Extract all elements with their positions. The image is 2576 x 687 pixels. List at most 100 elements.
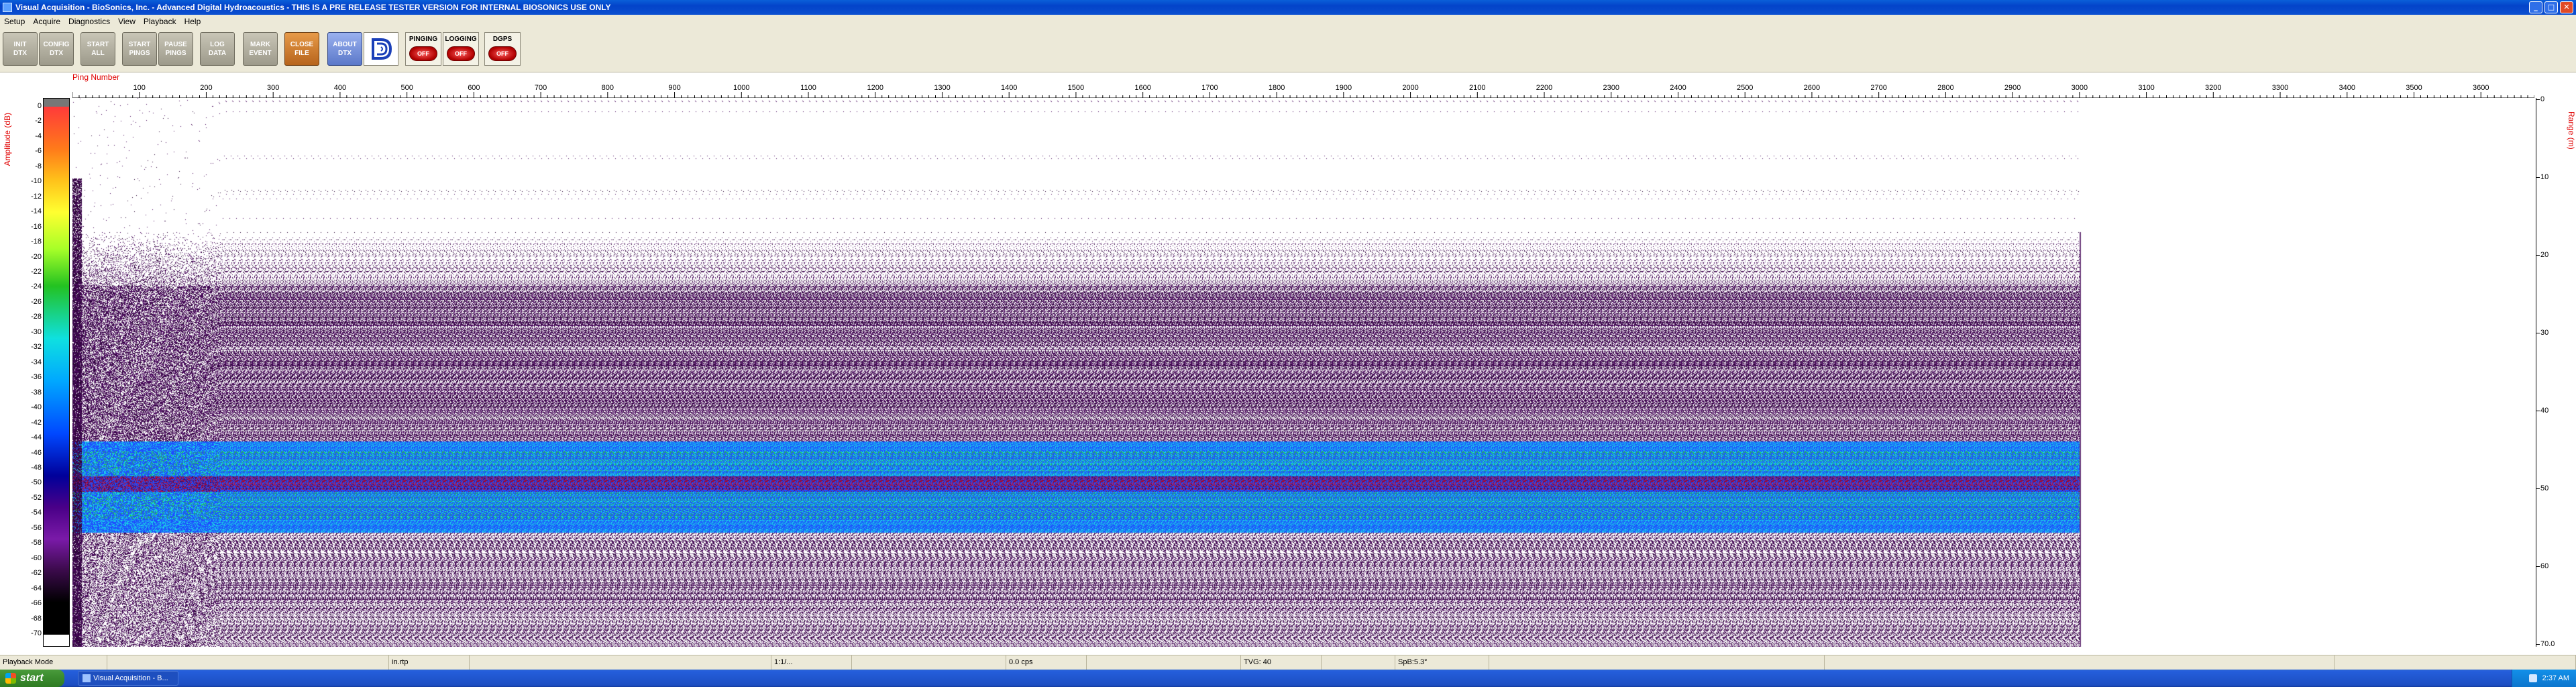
colorbar-tick-label: -56	[31, 523, 42, 532]
title-bar: Visual Acquisition - BioSonics, Inc. - A…	[0, 0, 2576, 15]
pinging-lamp: OFF	[409, 46, 437, 61]
status-cell-blank	[2334, 655, 2576, 670]
mark-event-button[interactable]: MARK EVENT	[243, 32, 278, 66]
ping-tick-label: 1800	[1269, 84, 1285, 92]
network-icon[interactable]	[2528, 674, 2537, 682]
system-tray: 2:37 AM	[2512, 670, 2576, 687]
logging-indicator: LOGGING OFF	[443, 32, 479, 66]
menu-playback[interactable]: Playback	[140, 17, 180, 26]
range-axis: Range (m) 0 10 20 30 40 50 60 70.0	[2536, 95, 2576, 648]
ping-tick-label: 300	[267, 84, 279, 92]
ping-tick-label: 1300	[934, 84, 950, 92]
window-title: Visual Acquisition - BioSonics, Inc. - A…	[15, 3, 611, 12]
ping-tick-label: 1200	[867, 84, 883, 92]
range-tick-label: 20	[2536, 251, 2549, 259]
colorbar-tick-label: -10	[31, 177, 42, 186]
colorbar-tick-label: -50	[31, 478, 42, 487]
maximize-button[interactable]: □	[2544, 1, 2558, 13]
app-icon	[3, 3, 12, 12]
ping-tick-label: 1700	[1201, 84, 1218, 92]
ping-tick-label: 2500	[1737, 84, 1753, 92]
pinging-label: PINGING	[409, 36, 438, 43]
status-cell-blank	[1087, 655, 1241, 670]
colorbar-tick-label: -36	[31, 373, 42, 382]
logging-lamp: OFF	[447, 46, 475, 61]
ping-tick-label: 2000	[1402, 84, 1418, 92]
colorbar-tick-label: -70	[31, 629, 42, 637]
ping-tick-label: 800	[602, 84, 614, 92]
echogram-canvas[interactable]	[72, 98, 2534, 647]
colorbar-tick-label: -24	[31, 282, 42, 291]
colorbar-tick-label: -52	[31, 493, 42, 502]
status-cell-blank	[107, 655, 389, 670]
colorbar-tick-label: -60	[31, 553, 42, 562]
echogram-panel: Ping Number 100 200 300 400 500 600 700 800 900 1…	[0, 72, 2576, 655]
ping-number-label: Ping Number	[72, 72, 120, 82]
app-icon	[83, 674, 91, 682]
range-tick-label: 70.0	[2536, 640, 2555, 648]
log-data-button[interactable]: LOG DATA	[200, 32, 235, 66]
windows-flag-icon	[5, 673, 16, 684]
status-cell-blank	[470, 655, 771, 670]
start-label: start	[20, 672, 44, 684]
menu-view[interactable]: View	[114, 17, 140, 26]
ping-tick-label: 2600	[1804, 84, 1820, 92]
status-bar: Playback Mode in.rtp 1:1/... 0.0 cps TVG…	[0, 655, 2576, 670]
range-tick-label: 30	[2536, 329, 2549, 337]
init-dtx-button[interactable]: INIT DTX	[3, 32, 38, 66]
taskbar: start Visual Acquisition - B... 2:37 AM	[0, 670, 2576, 687]
ping-tick-label: 3400	[2339, 84, 2355, 92]
status-mode: Playback Mode	[0, 655, 107, 670]
config-dtx-button[interactable]: CONFIG DTX	[39, 32, 74, 66]
ping-tick-label: 400	[334, 84, 346, 92]
range-tick-label: 40	[2536, 407, 2549, 415]
close-file-button[interactable]: CLOSE FILE	[284, 32, 319, 66]
clock: 2:37 AM	[2542, 674, 2569, 682]
colorbar-tick-label: -54	[31, 509, 42, 517]
status-cell-blank	[1825, 655, 2334, 670]
ping-tick-label: 2800	[1937, 84, 1953, 92]
status-cell-blank	[1489, 655, 1825, 670]
taskbar-item-visual-acquisition[interactable]: Visual Acquisition - B...	[78, 671, 178, 686]
menu-setup[interactable]: Setup	[0, 17, 29, 26]
biosonics-logo-icon[interactable]	[364, 32, 398, 66]
menu-acquire[interactable]: Acquire	[29, 17, 64, 26]
range-tick-label: 50	[2536, 484, 2549, 492]
start-pings-button[interactable]: START PINGS	[122, 32, 157, 66]
colorbar-tick-label: -6	[35, 147, 42, 156]
close-window-button[interactable]: ✕	[2560, 1, 2573, 13]
ping-tick-label: 2100	[1469, 84, 1485, 92]
ping-tick-label: 500	[400, 84, 413, 92]
colorbar-tick-label: -28	[31, 313, 42, 321]
minimize-button[interactable]: _	[2529, 1, 2542, 13]
dgps-lamp: OFF	[488, 46, 517, 61]
ping-tick-label: 900	[668, 84, 680, 92]
ping-tick-label: 1900	[1336, 84, 1352, 92]
ping-tick-label: 2200	[1536, 84, 1552, 92]
pause-pings-button[interactable]: PAUSE PINGS	[158, 32, 193, 66]
colorbar-tick-label: -32	[31, 343, 42, 352]
ping-tick-label: 1100	[800, 84, 816, 92]
status-file: in.rtp	[389, 655, 470, 670]
colorbar-tick-label: -12	[31, 192, 42, 201]
colorbar-tick-label: -16	[31, 222, 42, 231]
status-cell-blank	[852, 655, 1006, 670]
colorbar-tick-label: -44	[31, 433, 42, 442]
colorbar[interactable]	[43, 98, 70, 647]
ping-tick-label: 3300	[2272, 84, 2288, 92]
start-button[interactable]: start	[0, 670, 64, 687]
menu-bar: Setup Acquire Diagnostics View Playback …	[0, 15, 2576, 28]
toolbar: INIT DTX CONFIG DTX START ALL START PING…	[0, 28, 2576, 72]
menu-diagnostics[interactable]: Diagnostics	[64, 17, 114, 26]
colorbar-tick-label: -26	[31, 297, 42, 306]
colorbar-tick-label: -14	[31, 207, 42, 216]
colorbar-tick-label: -46	[31, 448, 42, 457]
colorbar-tick-label: -4	[35, 131, 42, 140]
colorbar-gradient	[44, 107, 69, 634]
status-rate: 0.0 cps	[1006, 655, 1087, 670]
dgps-indicator: DGPS OFF	[484, 32, 521, 66]
range-label: Range (m)	[2567, 111, 2576, 150]
menu-help[interactable]: Help	[180, 17, 205, 26]
about-dtx-button[interactable]: ABOUT DTX	[327, 32, 362, 66]
start-all-button[interactable]: START ALL	[80, 32, 115, 66]
